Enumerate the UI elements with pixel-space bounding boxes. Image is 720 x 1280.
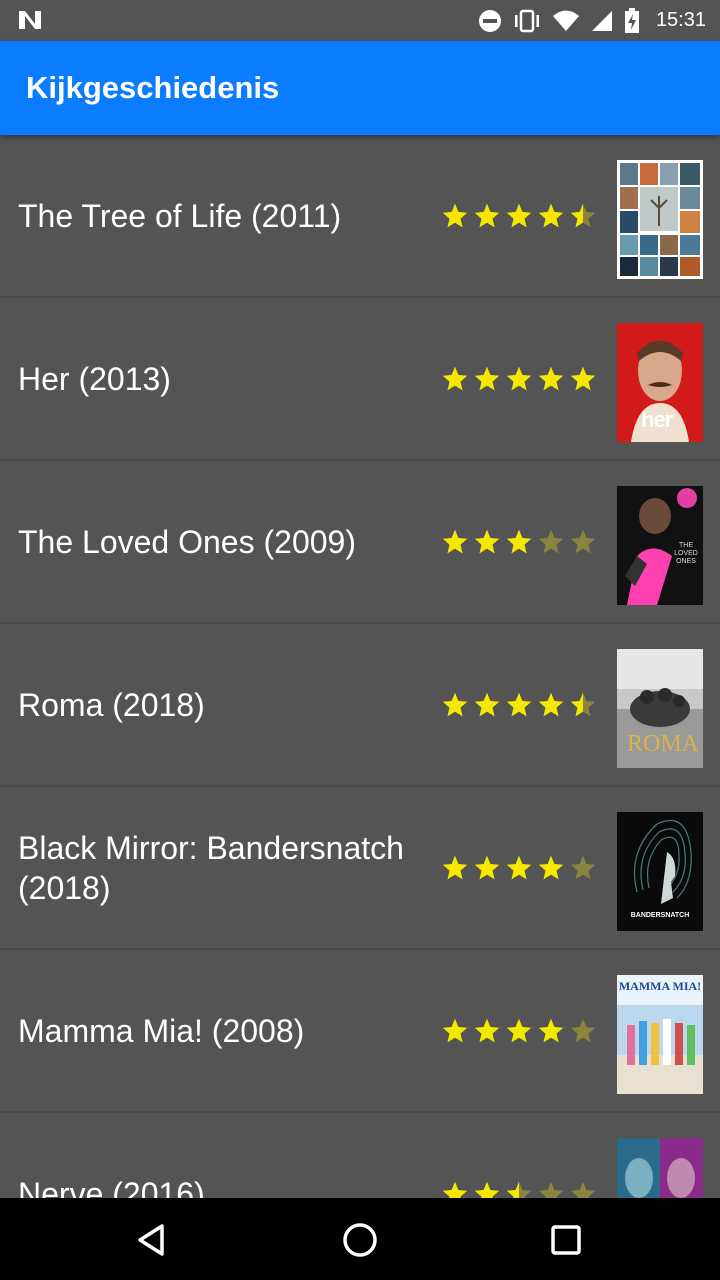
poster-title: THE LOVED ONES — [674, 542, 698, 565]
wifi-icon — [552, 10, 579, 31]
star-filled-icon — [506, 529, 532, 553]
star-rating — [441, 1113, 597, 1198]
star-empty-icon — [538, 529, 564, 553]
star-filled-icon — [474, 1018, 500, 1042]
movie-title: Mamma Mia! (2008) — [18, 1012, 305, 1049]
back-icon[interactable] — [132, 1218, 176, 1262]
star-half-icon — [506, 1181, 532, 1198]
signal-icon — [591, 10, 612, 31]
star-filled-icon — [442, 1018, 468, 1042]
star-filled-icon — [474, 692, 500, 716]
star-filled-icon — [442, 366, 468, 390]
tree-of-life-poster — [617, 160, 703, 279]
loved-ones-poster: THE LOVED ONES — [617, 486, 703, 605]
vibrate-icon — [514, 9, 539, 32]
movie-title: Roma (2018) — [18, 686, 205, 723]
poster-title: her — [641, 407, 673, 432]
star-filled-icon — [442, 692, 468, 716]
battery-icon — [624, 7, 639, 33]
list-item[interactable]: Mamma Mia! (2008) MAMMA MIA! — [0, 950, 720, 1113]
movie-title: Nerve (2016) — [18, 1175, 205, 1199]
star-filled-icon — [474, 203, 500, 227]
star-filled-icon — [538, 366, 564, 390]
star-filled-icon — [474, 855, 500, 879]
star-empty-icon — [570, 1181, 596, 1198]
star-filled-icon — [538, 203, 564, 227]
star-filled-icon — [538, 1018, 564, 1042]
movie-title: Black Mirror: Bandersnatch (2018) — [18, 829, 404, 906]
poster-title: ROMA — [627, 731, 700, 757]
star-rating — [441, 787, 597, 948]
list-item[interactable]: The Tree of Life (2011) — [0, 135, 720, 298]
bandersnatch-poster: BANDERSNATCH — [617, 812, 703, 931]
star-rating — [441, 135, 597, 296]
list-item[interactable]: The Loved Ones (2009) THE LOVED ONES — [0, 461, 720, 624]
nerve-poster — [617, 1138, 703, 1198]
star-rating — [441, 950, 597, 1111]
app-bar: Kijkgeschiedenis — [0, 41, 720, 135]
notification-n-icon — [19, 11, 41, 29]
star-filled-icon — [538, 692, 564, 716]
star-filled-icon — [442, 1181, 468, 1198]
star-rating — [441, 624, 597, 785]
star-filled-icon — [474, 529, 500, 553]
star-half-icon — [570, 203, 596, 227]
do-not-disturb-icon — [478, 9, 501, 32]
star-empty-icon — [538, 1181, 564, 1198]
star-filled-icon — [506, 366, 532, 390]
star-empty-icon — [570, 855, 596, 879]
list-item[interactable]: Her (2013) her — [0, 298, 720, 461]
mamma-mia-poster: MAMMA MIA! — [617, 975, 703, 1094]
list-item[interactable]: Nerve (2016) — [0, 1113, 720, 1198]
star-rating — [441, 461, 597, 622]
watch-history-list[interactable]: The Tree of Life (2011) Her (2013) her T… — [0, 135, 720, 1198]
star-empty-icon — [570, 529, 596, 553]
navigation-bar — [0, 1198, 720, 1280]
list-item[interactable]: Black Mirror: Bandersnatch (2018) BANDER… — [0, 787, 720, 950]
star-filled-icon — [506, 692, 532, 716]
roma-poster: ROMA — [617, 649, 703, 768]
page-title: Kijkgeschiedenis — [26, 70, 280, 105]
star-filled-icon — [442, 203, 468, 227]
star-filled-icon — [474, 1181, 500, 1198]
star-filled-icon — [538, 855, 564, 879]
star-half-icon — [570, 692, 596, 716]
star-filled-icon — [442, 855, 468, 879]
list-item[interactable]: Roma (2018) ROMA — [0, 624, 720, 787]
status-time: 15:31 — [655, 9, 706, 31]
star-rating — [441, 298, 597, 459]
star-filled-icon — [506, 203, 532, 227]
movie-title: The Tree of Life (2011) — [18, 197, 342, 234]
movie-title: Her (2013) — [18, 360, 171, 397]
her-poster: her — [617, 323, 703, 442]
recents-icon[interactable] — [544, 1218, 588, 1262]
star-filled-icon — [474, 366, 500, 390]
movie-title: The Loved Ones (2009) — [18, 523, 356, 560]
home-icon[interactable] — [338, 1218, 382, 1262]
status-bar: 15:31 — [0, 0, 720, 41]
star-filled-icon — [506, 855, 532, 879]
star-empty-icon — [570, 1018, 596, 1042]
poster-title: MAMMA MIA! — [618, 979, 702, 993]
star-filled-icon — [570, 366, 596, 390]
poster-title: BANDERSNATCH — [630, 912, 690, 919]
star-filled-icon — [506, 1018, 532, 1042]
star-filled-icon — [442, 529, 468, 553]
